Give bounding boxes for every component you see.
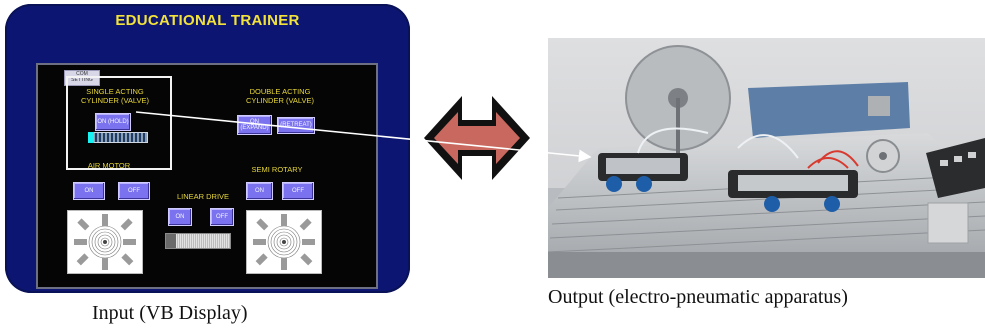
- pointer-arrow-icon: [135, 111, 592, 163]
- output-caption: Output (electro-pneumatic apparatus): [548, 286, 848, 308]
- input-caption: Input (VB Display): [92, 302, 248, 324]
